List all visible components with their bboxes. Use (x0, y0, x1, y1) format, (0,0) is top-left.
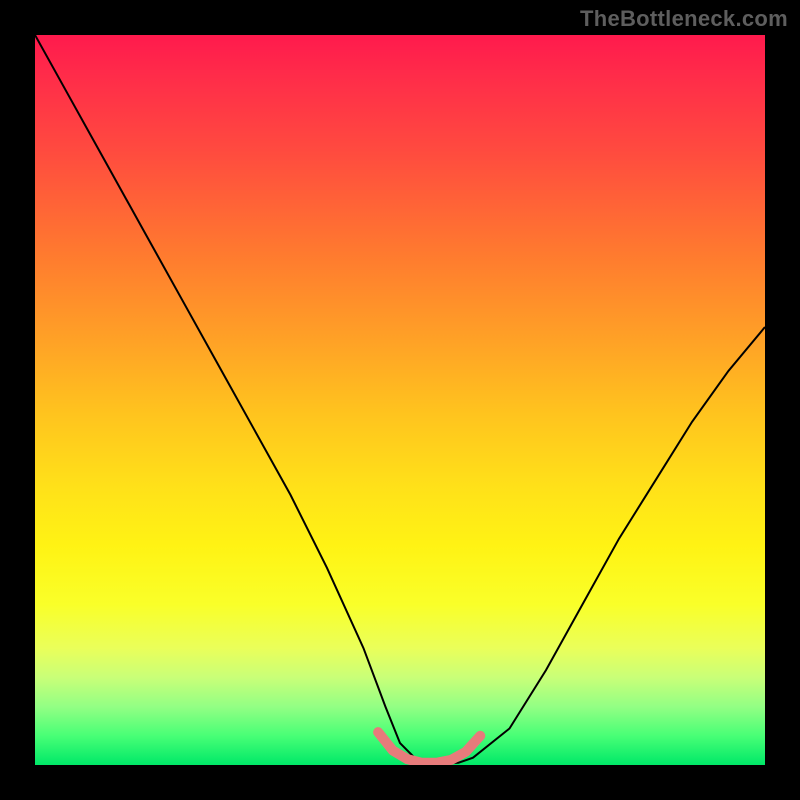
chart-container: TheBottleneck.com (0, 0, 800, 800)
optimal-zone-path (378, 732, 480, 763)
bottleneck-curve-path (35, 35, 765, 764)
watermark-text: TheBottleneck.com (580, 6, 788, 32)
curve-svg (35, 35, 765, 765)
plot-area (35, 35, 765, 765)
